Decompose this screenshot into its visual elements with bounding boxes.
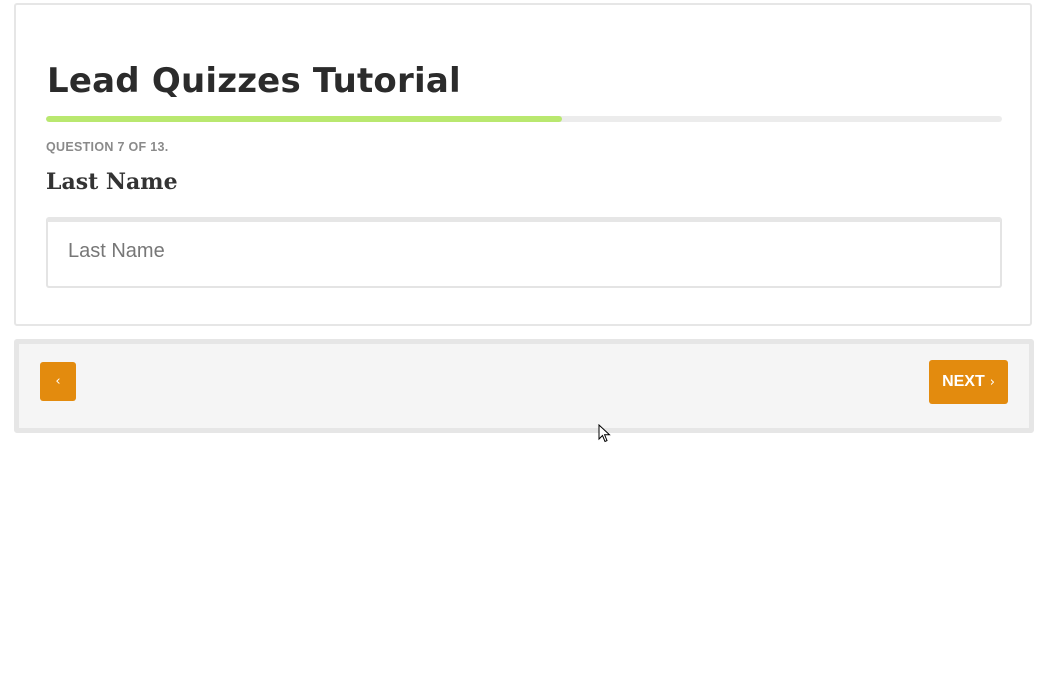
next-button-label: NEXT bbox=[942, 373, 985, 390]
mouse-pointer-icon bbox=[598, 424, 611, 443]
next-button[interactable]: NEXT › bbox=[929, 360, 1008, 404]
chevron-left-icon: ‹ bbox=[55, 374, 61, 389]
progress-bar-fill bbox=[46, 116, 563, 122]
back-button[interactable]: ‹ bbox=[40, 362, 76, 401]
chevron-right-icon: › bbox=[989, 374, 995, 390]
quiz-card: Lead Quizzes Tutorial QUESTION 7 OF 13. … bbox=[14, 3, 1032, 326]
progress-bar bbox=[46, 116, 1002, 122]
question-counter: QUESTION 7 OF 13. bbox=[46, 140, 169, 154]
quiz-title: Lead Quizzes Tutorial bbox=[47, 61, 461, 101]
last-name-input[interactable] bbox=[46, 217, 1002, 288]
question-label: Last Name bbox=[46, 169, 178, 195]
quiz-navigation-bar: ‹ NEXT › bbox=[14, 339, 1034, 433]
